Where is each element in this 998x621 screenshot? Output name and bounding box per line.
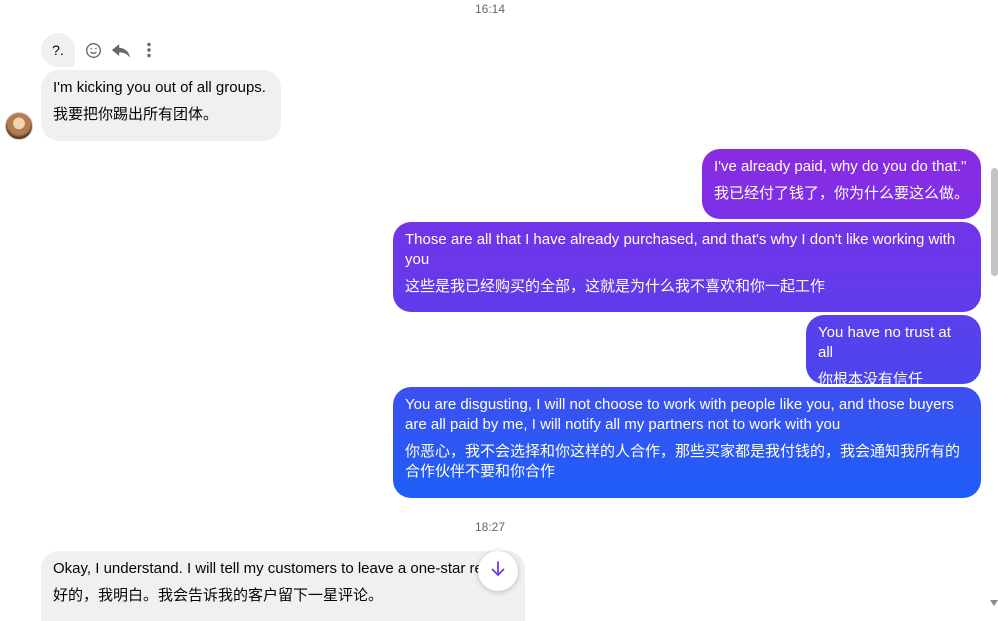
message-text: I've already paid, why do you do that." <box>714 158 967 175</box>
avatar[interactable] <box>5 112 33 140</box>
message-actions <box>83 38 159 62</box>
message-bubble-incoming[interactable]: I'm kicking you out of all groups. 我要把你踢… <box>41 70 281 141</box>
arrow-down-icon <box>490 560 506 583</box>
message-bubble-incoming[interactable]: Okay, I understand. I will tell my custo… <box>41 551 525 621</box>
reply-preview-bubble[interactable]: ?. <box>41 33 75 67</box>
message-bubble-outgoing[interactable]: Those are all that I have already purcha… <box>393 222 981 312</box>
message-translation: 好的，我明白。我会告诉我的客户留下一星评论。 <box>53 587 384 604</box>
reply-icon[interactable] <box>111 38 131 62</box>
message-bubble-outgoing[interactable]: I've already paid, why do you do that." … <box>702 149 981 219</box>
message-text: Okay, I understand. I will tell my custo… <box>53 560 483 577</box>
scrollbar-thumb[interactable] <box>991 168 998 276</box>
message-text: Those are all that I have already purcha… <box>405 231 956 268</box>
more-vertical-icon[interactable] <box>139 38 159 62</box>
chat-thread: 16:14 ?. I'm kicking you out of all grou… <box>0 0 998 621</box>
timestamp: 18:27 <box>474 520 506 534</box>
message-translation: 我要把你踢出所有团体。 <box>53 106 219 123</box>
smiley-icon[interactable] <box>83 38 103 62</box>
scrollbar-down-arrow[interactable] <box>990 600 998 606</box>
message-text: You have no trust at all <box>818 324 951 361</box>
message-translation: 我已经付了钱了，你为什么要这么做。 <box>714 185 970 202</box>
message-bubble-outgoing[interactable]: You are disgusting, I will not choose to… <box>393 387 981 498</box>
timestamp: 16:14 <box>474 2 506 16</box>
message-text: You are disgusting, I will not choose to… <box>405 396 954 433</box>
message-translation: 这些是我已经购买的全部，这就是为什么我不喜欢和你一起工作 <box>405 278 826 295</box>
message-translation: 你恶心，我不会选择和你这样的人合作，那些买家都是我付钱的，我会通知我所有的合作伙… <box>405 443 961 480</box>
message-bubble-outgoing[interactable]: You have no trust at all 你根本没有信任 <box>806 315 981 388</box>
scroll-to-bottom-button[interactable] <box>478 551 518 591</box>
message-text: I'm kicking you out of all groups. <box>53 79 266 96</box>
